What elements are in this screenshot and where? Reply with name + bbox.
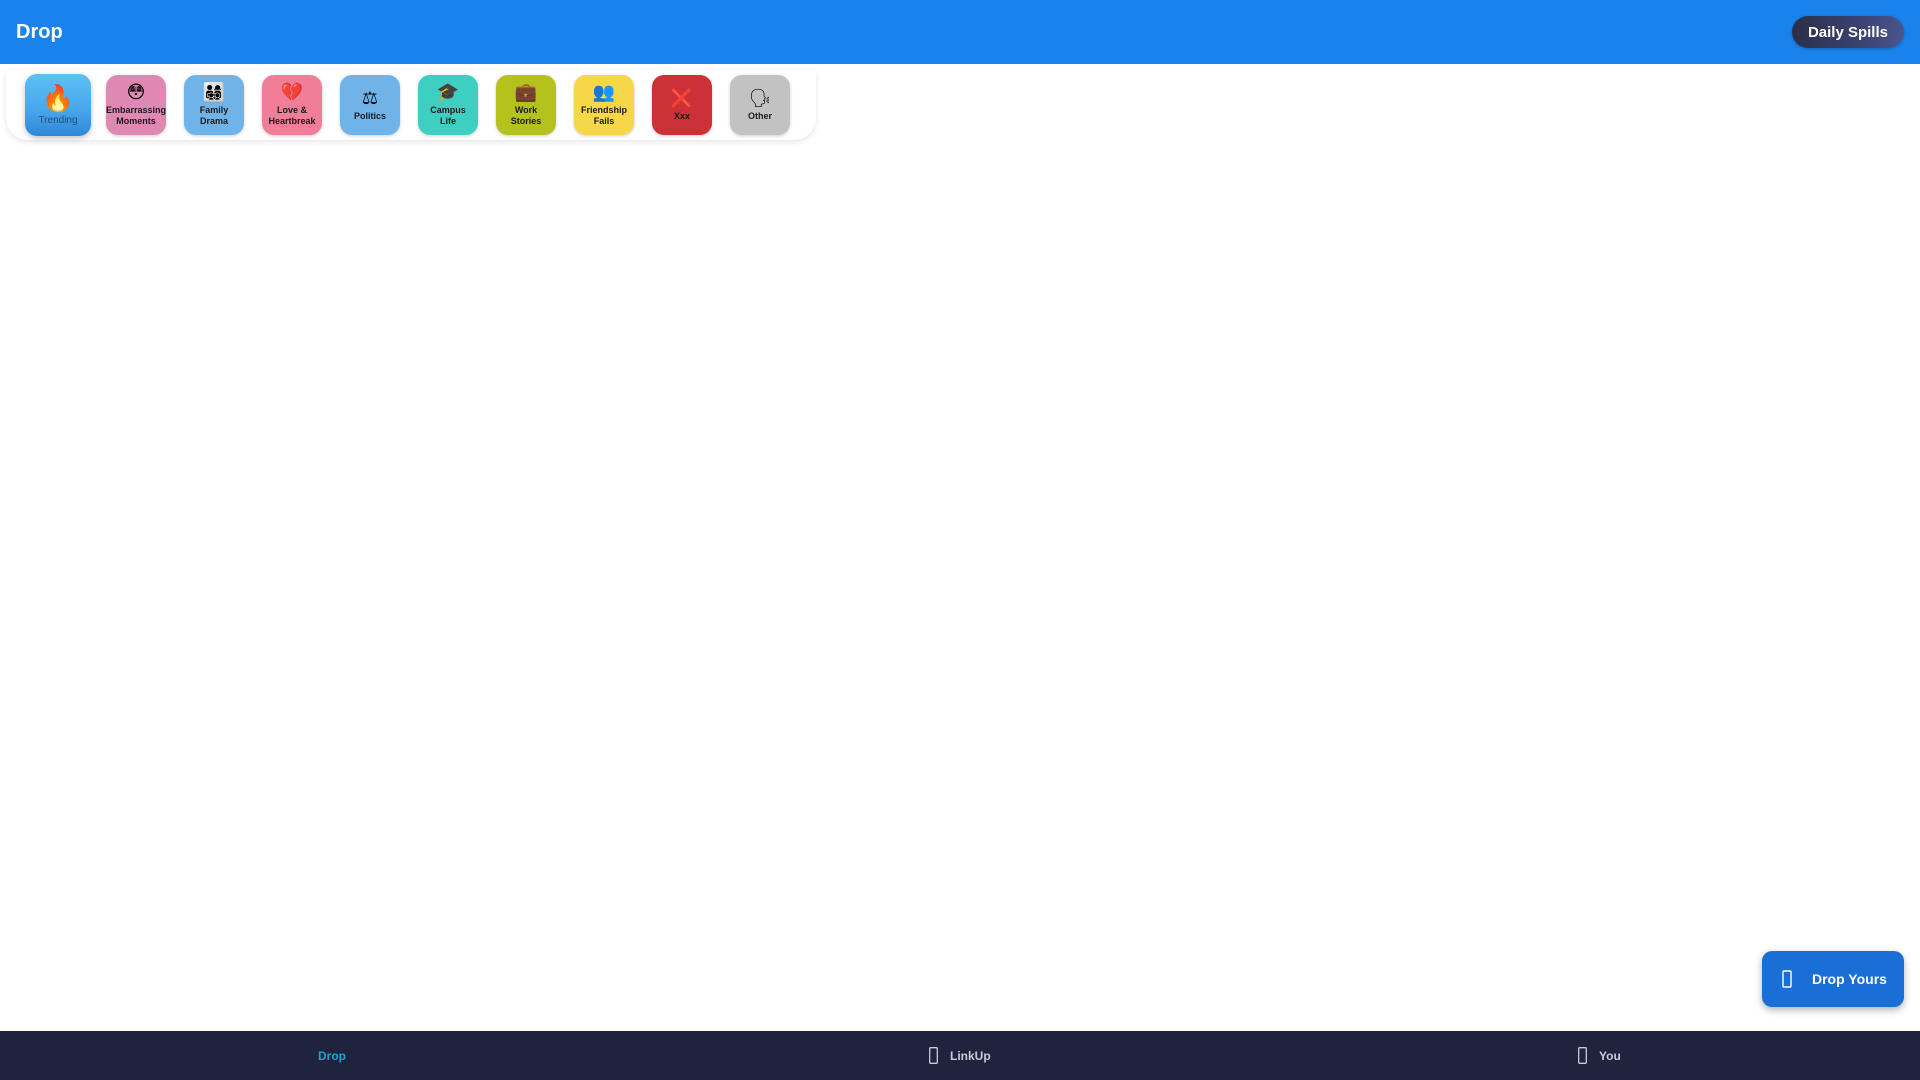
category-label: Friendship Fails (580, 105, 627, 126)
nav-you[interactable]: You (1575, 1031, 1621, 1080)
nav-drop[interactable]: Drop (318, 1031, 346, 1080)
category-campus-life[interactable]: 🎓 Campus Life (418, 75, 478, 135)
daily-spills-button[interactable]: Daily Spills (1791, 16, 1904, 48)
category-work-stories[interactable]: 💼 Work Stories (496, 75, 556, 135)
app-title: Drop (16, 20, 63, 43)
pen-icon (1776, 968, 1798, 990)
broken-heart-icon: 💔 (280, 82, 304, 103)
flushed-face-icon: 😳 (126, 82, 146, 103)
people-icon: 👥 (592, 82, 616, 103)
family-icon: 👨‍👩‍👧‍👦 (202, 82, 226, 103)
category-label: Campus Life (430, 105, 466, 126)
drop-yours-button[interactable]: Drop Yours (1762, 951, 1904, 1007)
top-app-bar: Drop Daily Spills (0, 0, 1920, 64)
category-xxx[interactable]: ❌ Xxx (652, 75, 712, 135)
bottom-navigation: Drop LinkUp You (0, 1031, 1920, 1080)
fire-icon: 🔥 (41, 83, 75, 114)
cross-mark-icon: ❌ (670, 87, 694, 109)
category-other[interactable]: 🗣 Other (730, 75, 790, 135)
nav-linkup[interactable]: LinkUp (926, 1031, 991, 1080)
category-label: Xxx (673, 110, 690, 121)
category-family-drama[interactable]: 👨‍👩‍👧‍👦 Family Drama (184, 75, 244, 135)
app-root: Drop Daily Spills 🔥 Trending 😳 Embarrass… (0, 0, 1920, 1080)
category-friendship-fails[interactable]: 👥 Friendship Fails (574, 75, 634, 135)
category-label: Trending (38, 114, 78, 126)
category-love-heartbreak[interactable]: 💔 Love & Heartbreak (262, 75, 322, 135)
category-bar: 🔥 Trending 😳 Embarrassing Moments 👨‍👩‍👧‍… (6, 70, 816, 140)
speaking-head-icon: 🗣 (748, 87, 772, 109)
nav-label: Drop (318, 1048, 346, 1063)
nav-label: You (1599, 1048, 1621, 1063)
category-label: Politics (353, 110, 386, 121)
category-politics[interactable]: ⚖ Politics (340, 75, 400, 135)
scales-icon: ⚖ (361, 87, 379, 109)
nav-label: LinkUp (950, 1048, 991, 1063)
category-label: Family Drama (199, 105, 229, 126)
graduation-cap-icon: 🎓 (436, 82, 460, 103)
category-label: Other (747, 110, 772, 121)
phone-icon (1575, 1047, 1589, 1065)
drop-yours-label: Drop Yours (1812, 971, 1887, 987)
phone-icon (926, 1047, 940, 1065)
category-label: Work Stories (510, 105, 542, 126)
briefcase-icon: 💼 (514, 82, 538, 103)
category-trending[interactable]: 🔥 Trending (25, 74, 91, 136)
category-embarrassing-moments[interactable]: 😳 Embarrassing Moments (106, 75, 166, 135)
category-label: Embarrassing Moments (106, 105, 166, 126)
category-label: Love & Heartbreak (268, 105, 316, 126)
